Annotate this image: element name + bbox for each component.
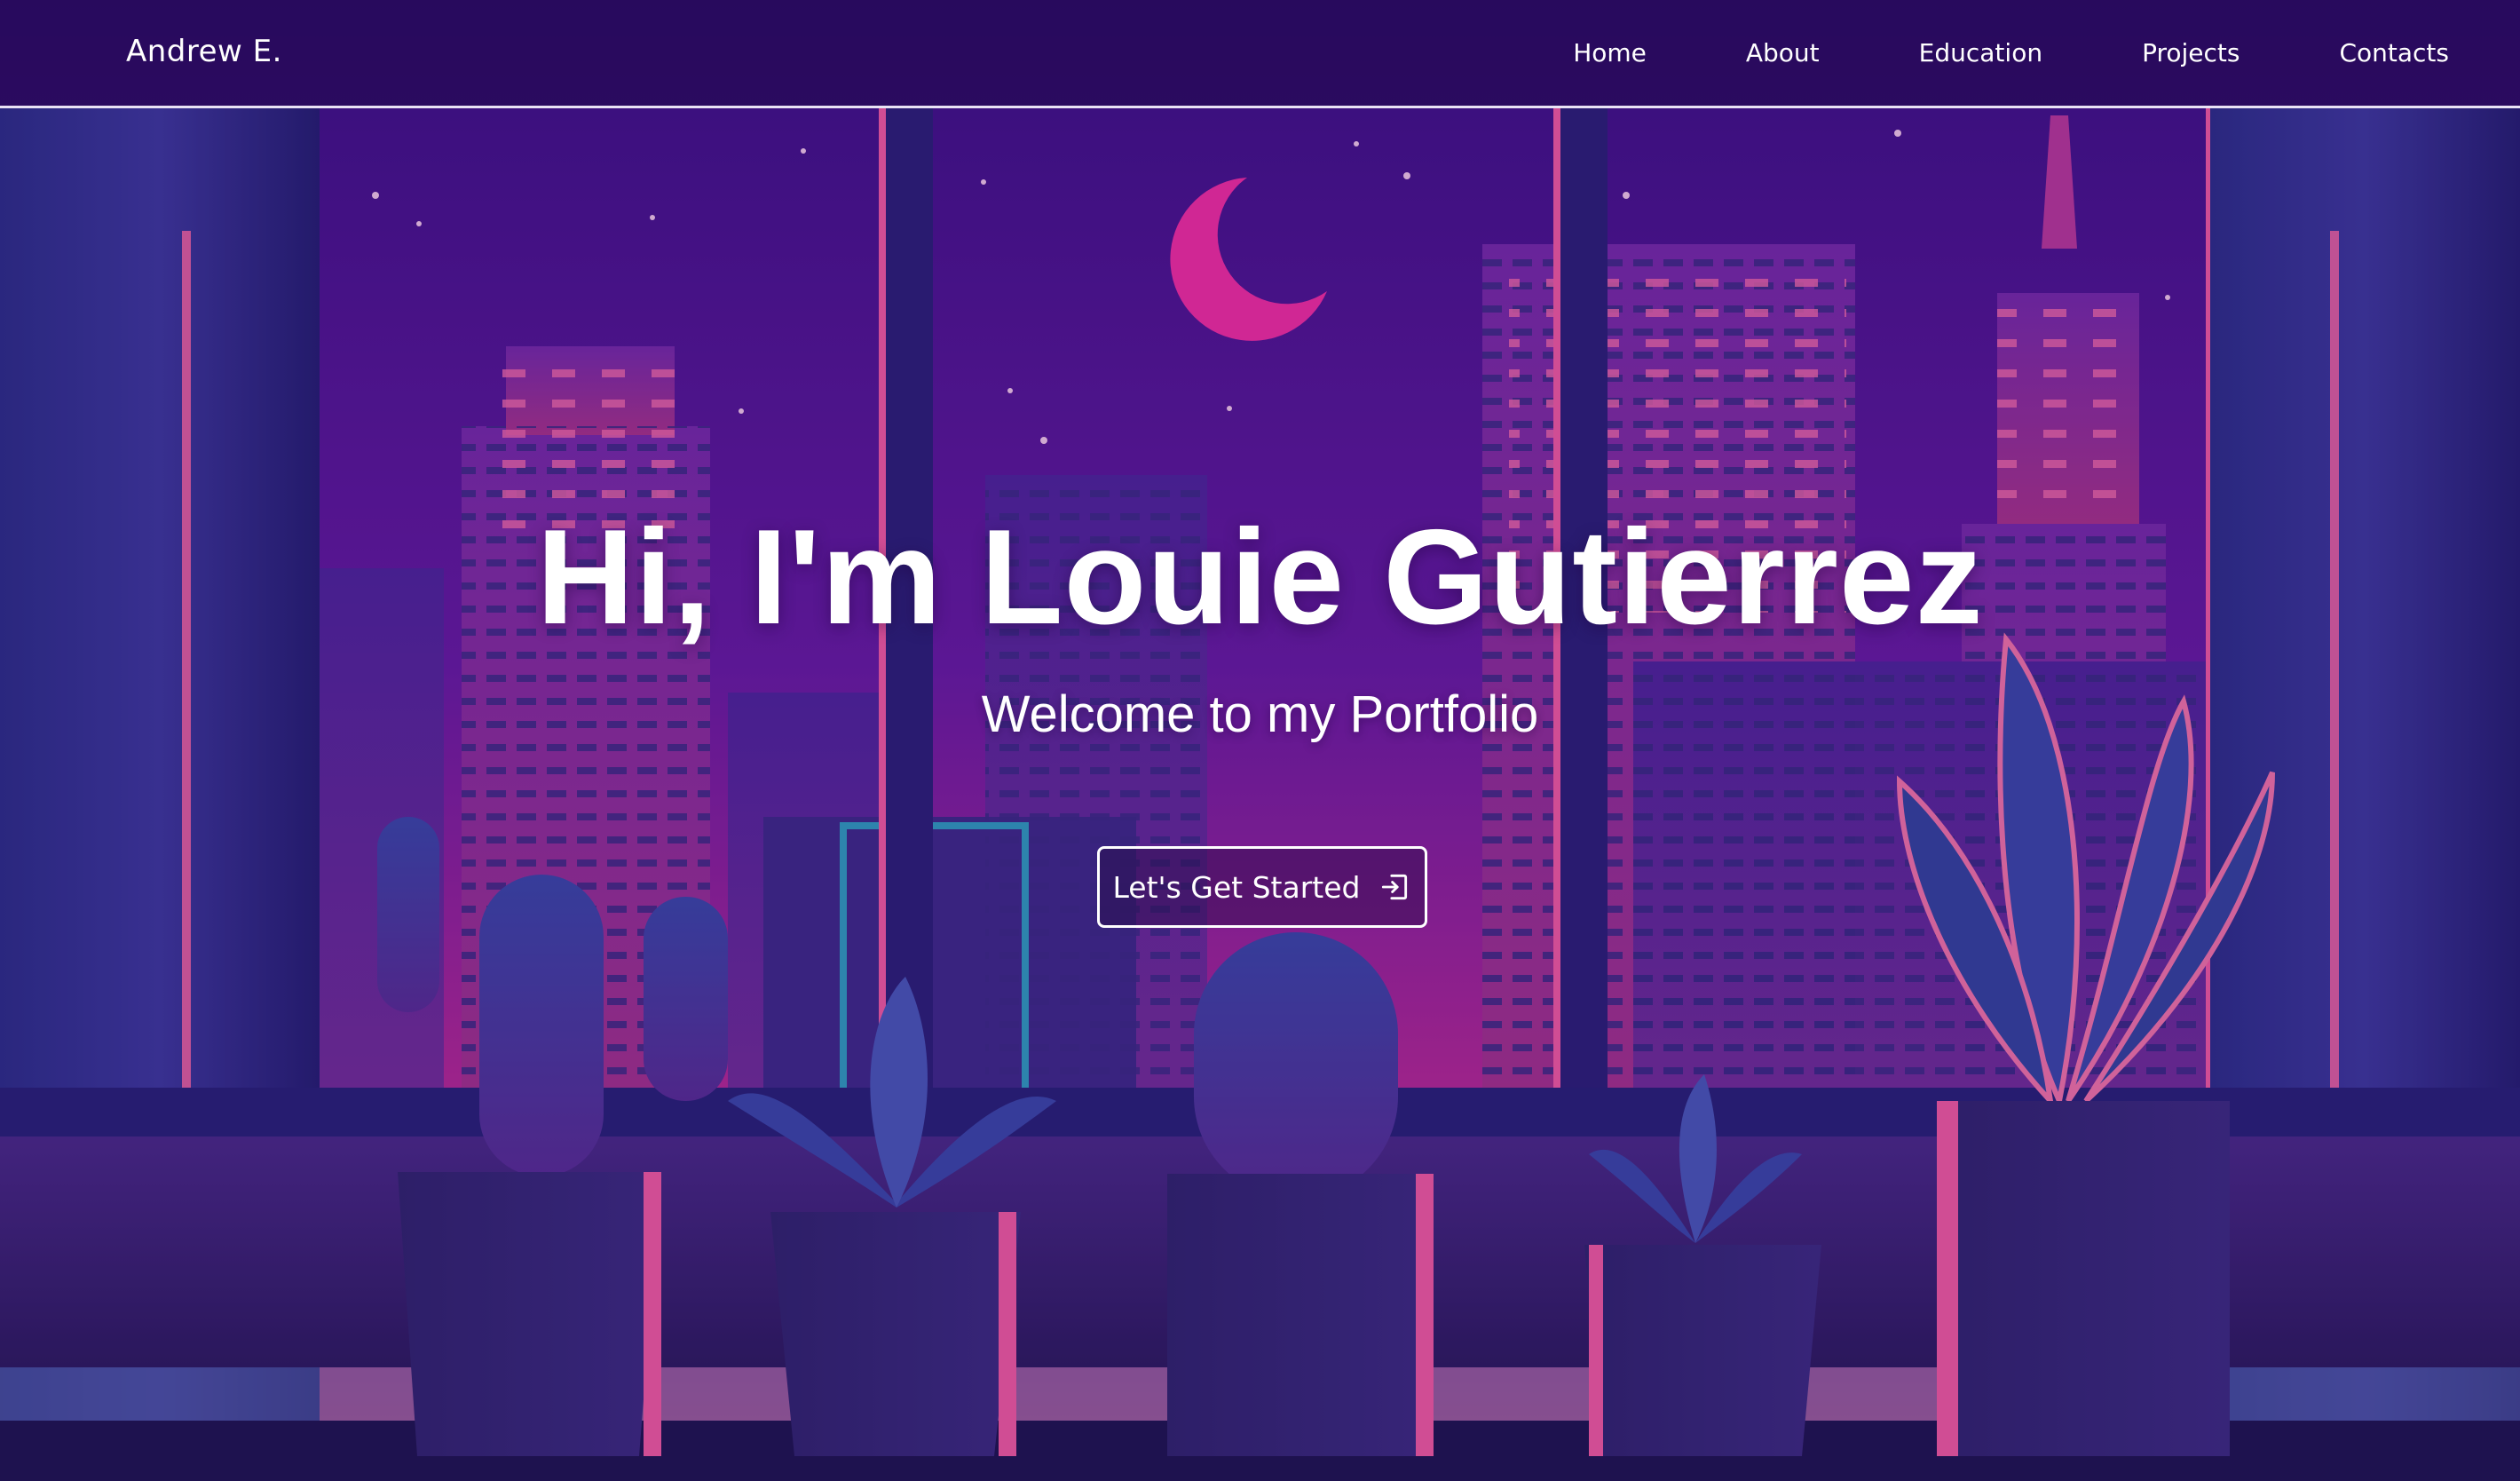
nav-link-contacts[interactable]: Contacts: [2339, 38, 2449, 67]
nav-link-projects[interactable]: Projects: [2142, 38, 2240, 67]
get-started-button[interactable]: Let's Get Started: [1097, 846, 1427, 928]
nav-link-about[interactable]: About: [1746, 38, 1820, 67]
brand-logo-link[interactable]: Andrew E.: [126, 34, 282, 69]
nav-link-home[interactable]: Home: [1573, 38, 1647, 67]
portfolio-page: Andrew E. Home About Education Projects …: [0, 0, 2520, 1481]
hero-title: Hi, I'm Louie Gutierrez: [536, 502, 1984, 653]
sign-in-icon: [1382, 874, 1408, 900]
hero-subtitle: Welcome to my Portfolio: [981, 685, 1539, 743]
get-started-label: Let's Get Started: [1112, 869, 1361, 905]
nav-link-education[interactable]: Education: [1919, 38, 2042, 67]
nav-links: Home About Education Projects Contacts: [1473, 0, 2449, 106]
top-navbar: Andrew E. Home About Education Projects …: [0, 0, 2520, 108]
